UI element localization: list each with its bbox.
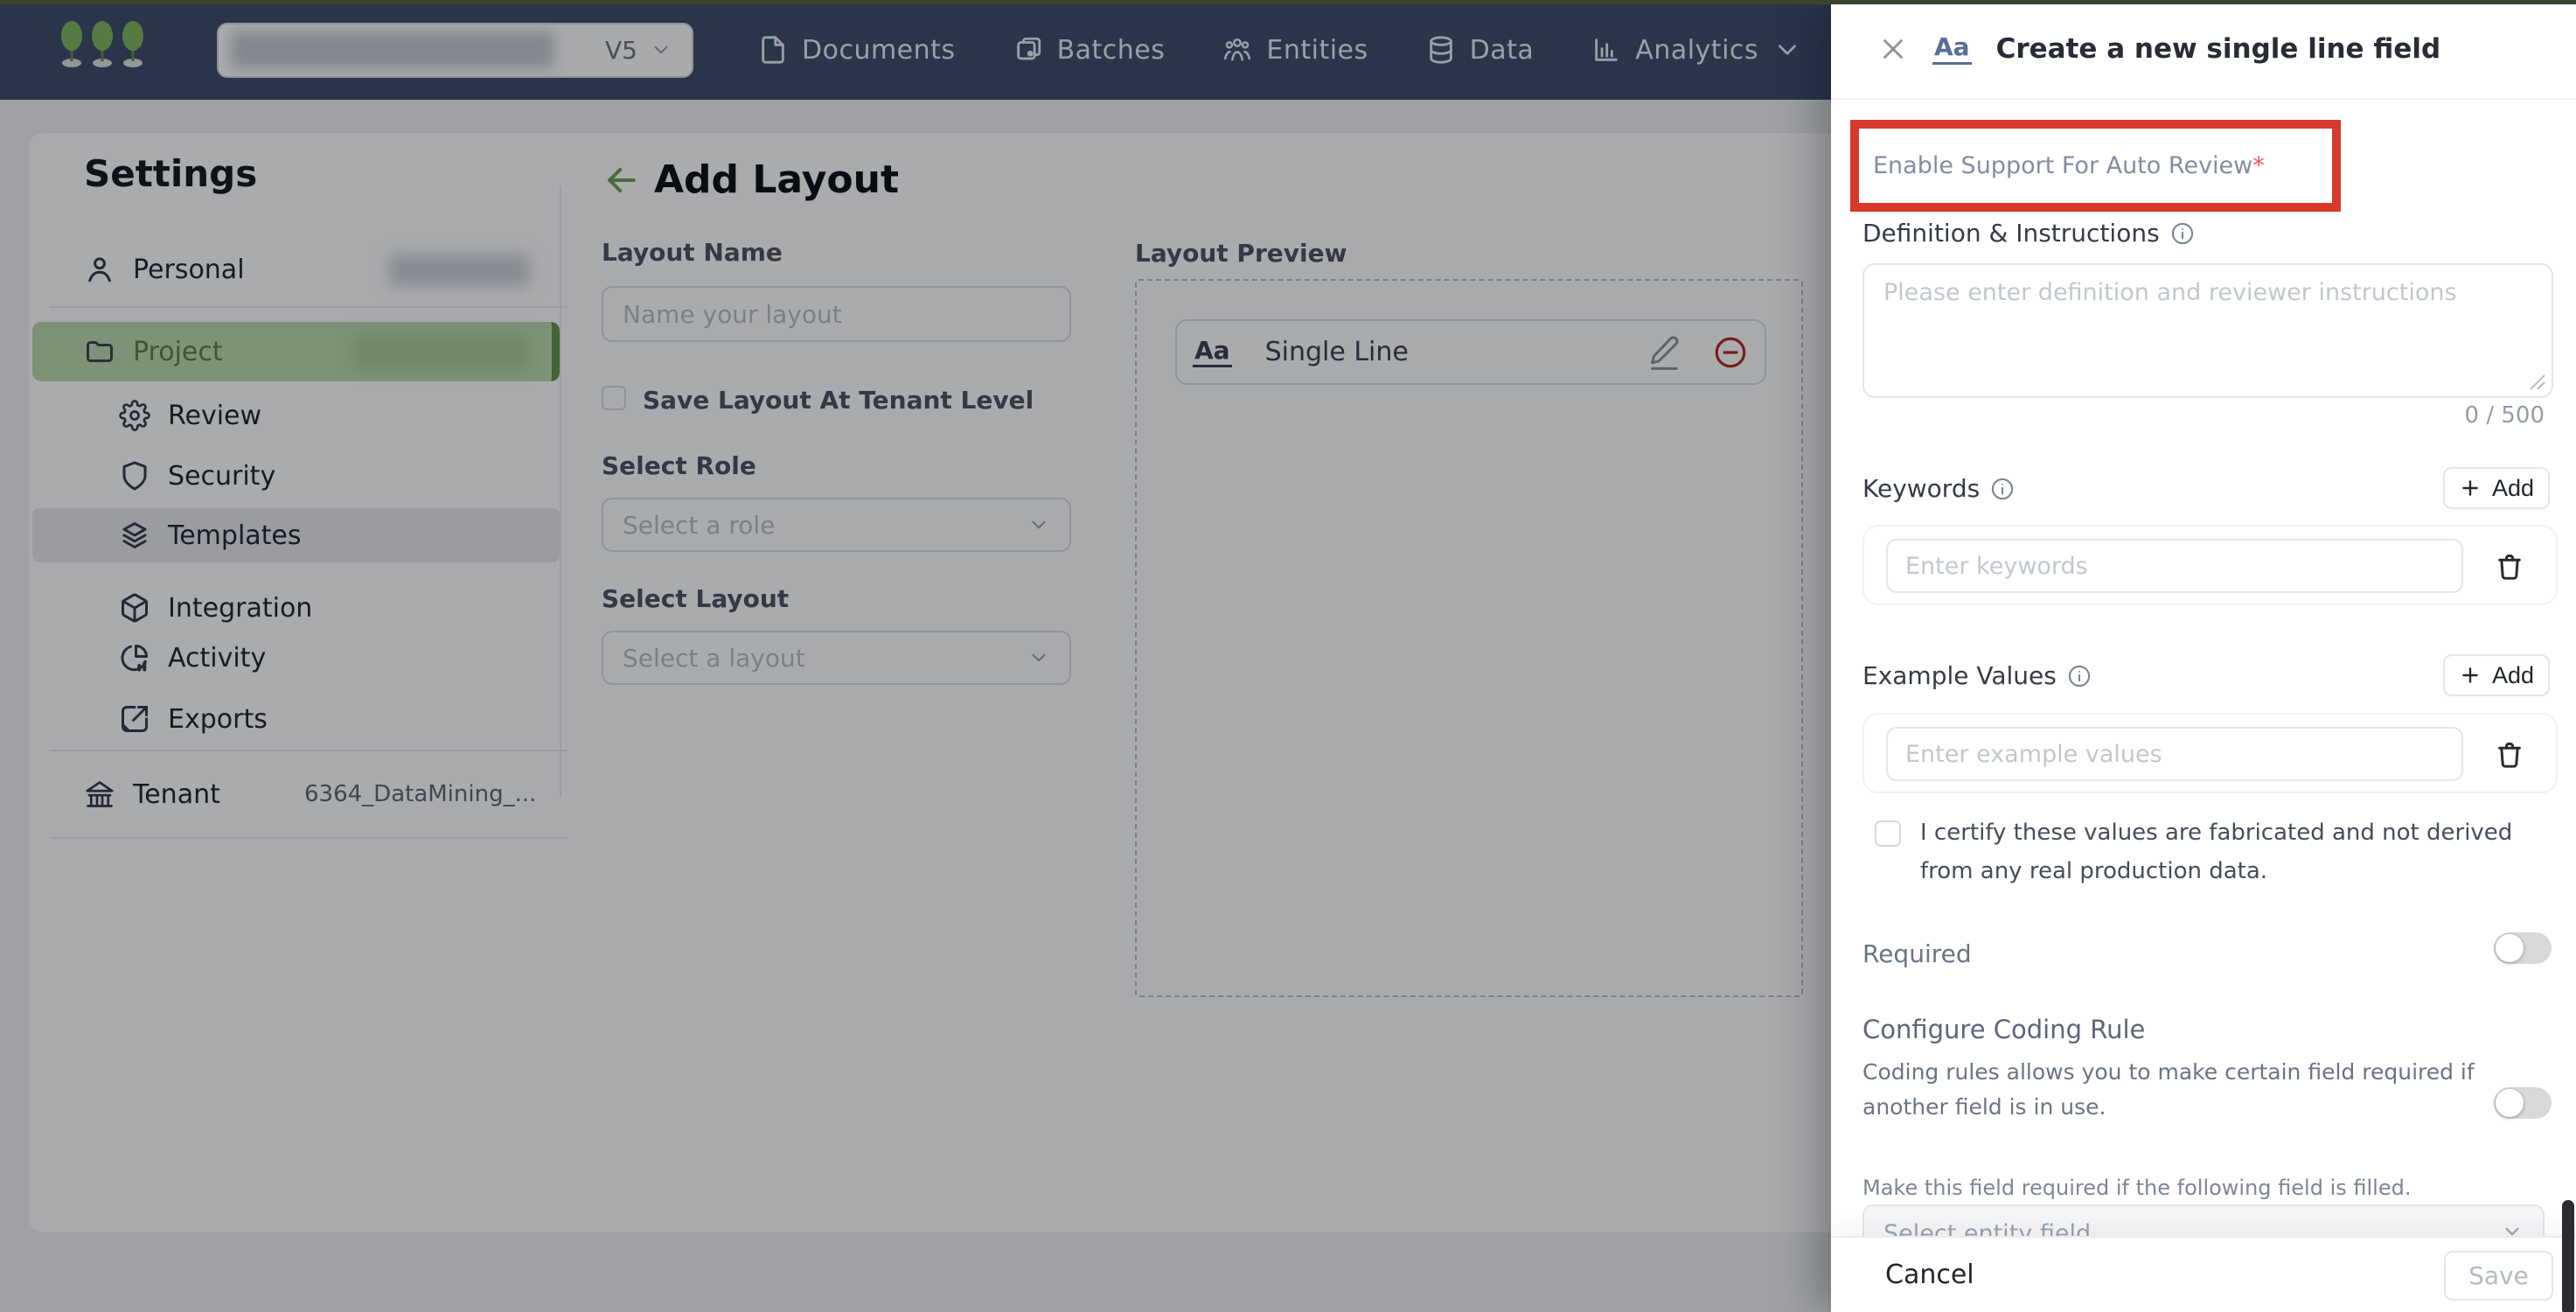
keywords-label: Keywords [1862,474,1980,503]
info-icon[interactable] [2170,221,2195,246]
keyword-row-group [1862,525,2558,605]
drawer-header: Aa Create a new single line field [1831,0,2576,100]
save-button[interactable]: Save [2444,1251,2553,1301]
auto-review-label[interactable]: Enable Support For Auto Review* [1873,152,2265,179]
add-example-button[interactable]: Add [2443,654,2550,696]
keyword-input[interactable] [1886,539,2463,593]
modal-dim-overlay [0,0,1831,1312]
required-toggle[interactable] [2494,932,2552,964]
drawer-scrollbar-thumb[interactable] [2562,1200,2574,1312]
example-value-input[interactable] [1886,727,2463,781]
definition-label: Definition & Instructions [1862,219,2160,248]
close-icon[interactable] [1876,32,1910,66]
plus-icon [2459,664,2482,687]
drawer-footer: Cancel Save [1831,1236,2576,1312]
char-counter: 0 / 500 [2465,402,2545,429]
trash-icon[interactable] [2495,551,2524,583]
top-edge-strip [0,0,2576,4]
drawer-title: Create a new single line field [1996,33,2441,65]
example-row-group [1862,713,2558,793]
app-screen: V5 Documents Batches Entities Data [0,0,2576,1312]
definition-textarea[interactable] [1862,263,2553,398]
certify-label: I certify these values are fabricated an… [1920,813,2572,890]
info-icon[interactable] [2067,664,2092,688]
auto-review-highlight-annotation: Enable Support For Auto Review* [1850,120,2341,212]
examples-label: Example Values [1862,661,2057,690]
keywords-label-row: Keywords [1862,474,2015,503]
add-keyword-button[interactable]: Add [2443,467,2550,509]
cancel-button[interactable]: Cancel [1885,1260,1974,1290]
definition-label-row: Definition & Instructions [1862,219,2195,248]
trash-icon[interactable] [2495,739,2524,771]
required-asterisk: * [2252,152,2265,179]
info-icon[interactable] [1990,477,2015,501]
plus-icon [2459,477,2482,499]
coding-rule-field-label: Make this field required if the followin… [1862,1176,2411,1200]
single-line-type-icon: Aa [1932,33,1972,64]
coding-rule-toggle[interactable] [2494,1087,2552,1119]
certify-checkbox[interactable] [1875,820,1901,847]
add-button-label: Add [2492,662,2534,689]
coding-rule-description: Coding rules allows you to make certain … [1862,1055,2531,1125]
examples-label-row: Example Values [1862,661,2092,690]
create-field-drawer: Aa Create a new single line field Enable… [1831,0,2576,1312]
add-button-label: Add [2492,475,2534,502]
required-label: Required [1862,939,1972,968]
coding-rule-title: Configure Coding Rule [1862,1015,2145,1044]
